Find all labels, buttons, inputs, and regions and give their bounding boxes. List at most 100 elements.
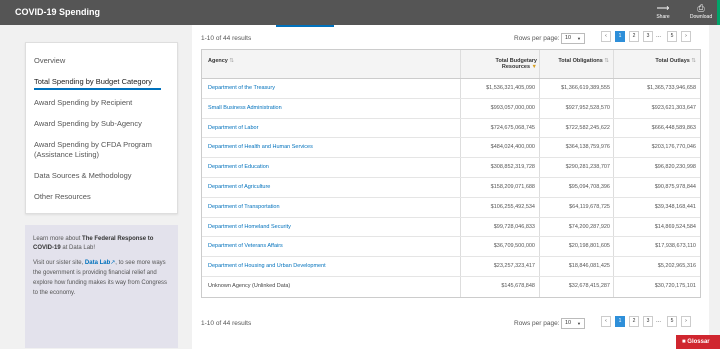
agency-cell[interactable]: Department of Veterans Affairs: [208, 237, 283, 256]
sidebar-item-award-cfda[interactable]: Award Spending by CFDA Program (Assistan…: [34, 140, 174, 160]
outlays-cell: $90,875,978,844: [654, 183, 696, 190]
budgetary-cell: $308,852,319,728: [490, 164, 535, 171]
column-divider: [613, 98, 614, 118]
obligations-cell: $18,846,081,425: [568, 263, 610, 270]
outlays-cell: $923,621,303,647: [651, 104, 696, 111]
data-lab-link[interactable]: Data Lab: [85, 260, 110, 266]
download-label: Download: [689, 14, 713, 20]
promo-visit-text: Visit our sister site,: [33, 260, 84, 266]
share-button[interactable]: ⟶ Share: [648, 3, 678, 20]
download-button[interactable]: ⎙ Download: [686, 3, 716, 20]
table-body: Department of the Treasury $1,536,321,405…: [202, 79, 700, 297]
agency-column-header[interactable]: Agency ⇅: [208, 50, 388, 79]
rows-per-page-label-top: Rows per page:: [514, 35, 560, 42]
column-divider: [460, 158, 461, 177]
obligations-cell: $927,952,528,570: [565, 104, 610, 111]
results-count-top: 1-10 of 44 results: [201, 35, 252, 42]
share-icon: ⟶: [656, 3, 670, 13]
column-divider: [613, 158, 614, 177]
page-title: COVID-19 Spending: [15, 7, 101, 17]
agency-cell[interactable]: Department of Housing and Urban Developm…: [208, 257, 326, 276]
obligations-cell: $95,094,708,396: [568, 183, 610, 190]
column-divider: [460, 138, 461, 158]
glossary-label: Glossar: [687, 339, 710, 345]
page-1-button-top[interactable]: 1: [615, 31, 625, 42]
table-row: Department of Health and Human Services $…: [202, 138, 700, 159]
chevron-down-icon: ▼: [577, 321, 581, 326]
budget-category-table: Agency ⇅ Total Budgetary Resources ▼ Tot…: [201, 49, 701, 298]
outlays-cell: $666,448,589,863: [651, 124, 696, 131]
budgetary-cell: $993,057,000,000: [490, 104, 535, 111]
agency-cell: Unknown Agency (Unlinked Data): [208, 282, 291, 289]
page-5-button-top[interactable]: 5: [667, 31, 677, 42]
active-tab-indicator: [276, 25, 334, 27]
outlays-cell: $17,938,673,110: [655, 243, 696, 250]
obligations-cell: $74,200,287,920: [568, 223, 610, 230]
sidebar-item-award-subagency[interactable]: Award Spending by Sub-Agency: [34, 119, 174, 129]
page-5-button-bottom[interactable]: 5: [667, 316, 677, 327]
budgetary-cell: $1,536,321,405,090: [486, 85, 535, 91]
budgetary-cell: $23,257,323,417: [493, 263, 535, 270]
rows-per-page-label-bottom: Rows per page:: [514, 320, 560, 327]
obligations-column-header[interactable]: Total Obligations ⇅: [543, 50, 609, 79]
sidebar-item-other-resources[interactable]: Other Resources: [34, 192, 174, 202]
table-row: Department of Veterans Affairs $36,709,50…: [202, 237, 700, 258]
agency-cell[interactable]: Department of the Treasury: [208, 79, 275, 98]
glossary-button[interactable]: ■ Glossar: [676, 335, 720, 349]
column-divider: [613, 257, 614, 276]
budgetary-cell: $99,728,046,833: [493, 223, 535, 230]
promo-suffix: at Data Lab!: [62, 244, 96, 251]
share-label: Share: [656, 14, 670, 20]
column-divider: [460, 257, 461, 276]
outlays-column-header[interactable]: Total Outlays ⇅: [620, 50, 696, 79]
budgetary-column-header[interactable]: Total Budgetary Resources ▼: [477, 50, 537, 79]
prev-page-button-bottom[interactable]: ‹: [601, 316, 611, 327]
agency-cell[interactable]: Department of Labor: [208, 119, 258, 138]
sidebar-item-total-spending[interactable]: Total Spending by Budget Category: [34, 77, 174, 87]
next-page-button-bottom[interactable]: ›: [681, 316, 691, 327]
agency-cell[interactable]: Small Business Administration: [208, 99, 282, 118]
download-icon: ⎙: [697, 3, 705, 13]
obligations-cell: $290,281,238,707: [565, 164, 610, 171]
active-nav-underline: [34, 88, 161, 90]
table-row: Small Business Administration $993,057,00…: [202, 98, 700, 119]
page-2-button-bottom[interactable]: 2: [629, 316, 639, 327]
sort-icon: ⇅: [229, 58, 235, 64]
data-lab-promo: Learn more about The Federal Response to…: [25, 225, 178, 348]
column-divider: [460, 276, 461, 297]
sidebar-item-overview[interactable]: Overview: [34, 56, 174, 66]
column-divider: [613, 50, 614, 78]
promo-intro: Learn more about The Federal Response to…: [33, 235, 173, 252]
column-divider: [460, 98, 461, 118]
sidebar-item-data-sources[interactable]: Data Sources & Methodology: [34, 171, 174, 181]
outlays-header-label: Total Outlays: [655, 58, 690, 64]
sidebar-item-award-recipient[interactable]: Award Spending by Recipient: [34, 98, 174, 108]
table-header-row: Agency ⇅ Total Budgetary Resources ▼ Tot…: [202, 50, 700, 79]
page-2-button-top[interactable]: 2: [629, 31, 639, 42]
page-3-button-bottom[interactable]: 3: [643, 316, 653, 327]
agency-cell[interactable]: Department of Transportation: [208, 198, 280, 217]
rows-per-page-select-bottom[interactable]: 10 ▼: [561, 318, 585, 329]
outlays-cell: $30,720,175,101: [654, 282, 696, 289]
column-divider: [460, 237, 461, 257]
next-page-button-top[interactable]: ›: [681, 31, 691, 42]
obligations-header-label: Total Obligations: [558, 58, 603, 64]
obligations-cell: $722,582,245,622: [565, 124, 610, 131]
prev-page-button-top[interactable]: ‹: [601, 31, 611, 42]
agency-cell[interactable]: Department of Education: [208, 158, 269, 177]
agency-cell[interactable]: Department of Health and Human Services: [208, 138, 313, 157]
rows-per-page-select-top[interactable]: 10 ▼: [561, 33, 585, 44]
sort-icon: ⇅: [604, 58, 609, 64]
column-divider: [460, 217, 461, 237]
budgetary-cell: $158,209,071,688: [490, 183, 535, 190]
agency-cell[interactable]: Department of Agriculture: [208, 178, 270, 197]
page-1-button-bottom[interactable]: 1: [615, 316, 625, 327]
table-row: Department of Labor $724,675,068,745 $722,…: [202, 118, 700, 139]
table-row: Department of Education $308,852,319,728 $…: [202, 158, 700, 178]
agency-cell[interactable]: Department of Homeland Security: [208, 218, 291, 237]
column-divider: [613, 237, 614, 257]
table-row: Department of Homeland Security $99,728,0…: [202, 217, 700, 238]
page-3-button-top[interactable]: 3: [643, 31, 653, 42]
sidebar-nav: Overview Total Spending by Budget Catego…: [25, 42, 178, 214]
column-divider: [460, 118, 461, 138]
